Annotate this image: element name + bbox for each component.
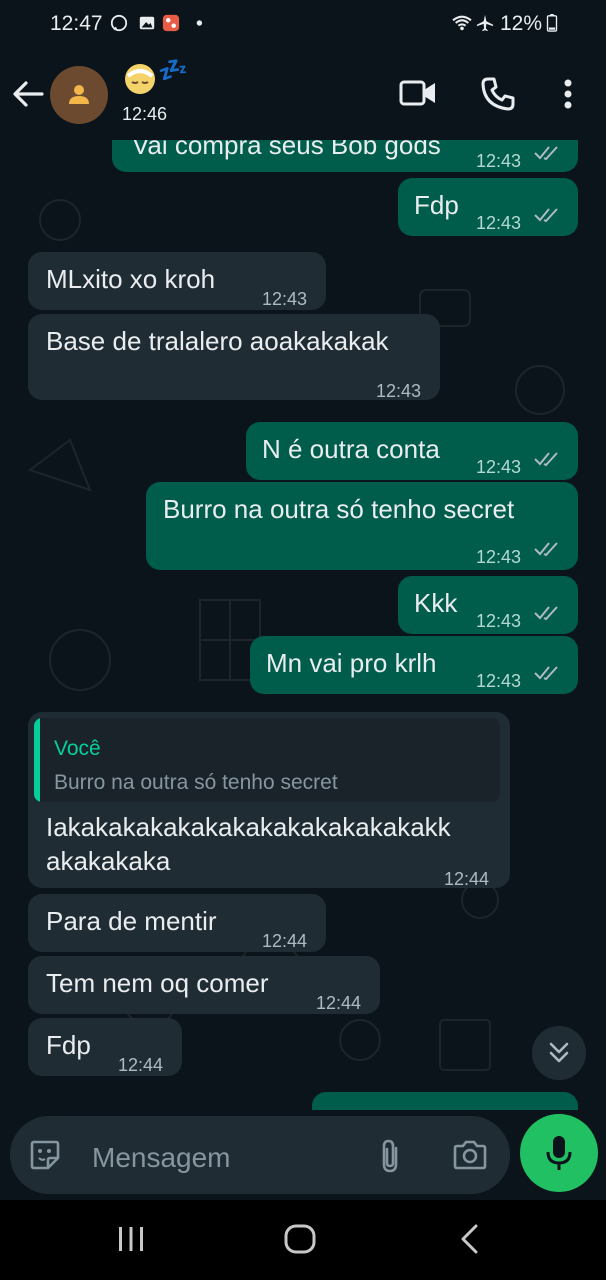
message-bubble-outgoing[interactable]: Kkk 12:43 <box>398 576 578 634</box>
message-bubble-incoming-reply[interactable]: Você Burro na outra só tenho secret Iaka… <box>28 712 510 889</box>
recent-apps-icon[interactable] <box>116 1226 146 1252</box>
sticker-emoji-icon[interactable] <box>28 1138 62 1172</box>
quoted-text: Burro na outra só tenho secret <box>54 771 338 794</box>
video-call-icon[interactable] <box>398 78 438 108</box>
wifi-icon <box>452 15 472 31</box>
message-text: Para de mentir <box>46 906 217 936</box>
person-icon <box>69 85 89 104</box>
message-input[interactable]: Mensagem <box>10 1116 510 1194</box>
message-text: Mn vai pro krlh <box>266 648 437 678</box>
message-time: 12:44 <box>444 869 490 889</box>
message-list[interactable]: Vai compra seus Bob gods 12:43 Fdp 12:43… <box>0 140 606 1110</box>
system-navigation-bar <box>0 1200 606 1280</box>
read-ticks-icon <box>534 606 558 621</box>
status-time: 12:47 <box>50 12 103 35</box>
camera-icon[interactable] <box>452 1140 488 1170</box>
microphone-icon <box>546 1136 572 1170</box>
message-text-line1: Iakakakakakakakakakakakakakakk <box>46 812 451 842</box>
battery-icon <box>546 14 558 32</box>
read-ticks-icon <box>534 146 558 161</box>
message-time: 12:44 <box>118 1055 164 1075</box>
chat-header: 💤 12:46 <box>0 48 606 140</box>
message-bubble-incoming[interactable]: MLxito xo kroh 12:43 <box>28 252 326 310</box>
compose-bar: Mensagem <box>0 1110 606 1200</box>
message-bubble-outgoing-partial[interactable] <box>312 1092 578 1110</box>
message-bubble-incoming[interactable]: Fdp 12:44 <box>28 1018 182 1076</box>
message-time: 12:43 <box>476 611 522 631</box>
message-time: 12:43 <box>476 213 522 233</box>
last-seen-time: 12:46 <box>122 104 168 124</box>
message-time: 12:43 <box>476 457 522 477</box>
contact-avatar[interactable] <box>50 66 108 124</box>
message-time: 12:44 <box>316 993 362 1013</box>
whatsapp-icon <box>110 14 128 32</box>
message-text: Tem nem oq comer <box>46 968 269 998</box>
back-nav-icon[interactable] <box>458 1224 480 1254</box>
read-ticks-icon <box>534 208 558 223</box>
message-time: 12:43 <box>476 547 522 567</box>
message-text: Base de tralalero aoakakakak <box>46 326 389 356</box>
message-bubble-incoming[interactable]: Base de tralalero aoakakakak 12:43 <box>28 314 440 401</box>
message-text: Burro na outra só tenho secret <box>163 494 515 524</box>
double-chevron-down-icon <box>549 1042 569 1063</box>
gallery-icon <box>139 16 155 30</box>
message-time: 12:43 <box>262 289 308 309</box>
app-notification-icon <box>162 14 180 32</box>
voice-record-button[interactable] <box>520 1114 598 1192</box>
message-text: Kkk <box>414 588 458 618</box>
message-time: 12:43 <box>376 381 422 401</box>
message-text: Vai compra seus Bob gods <box>132 140 441 160</box>
attach-paperclip-icon[interactable] <box>378 1138 402 1174</box>
sleeping-emoji-icon <box>125 64 155 94</box>
read-ticks-icon <box>534 542 558 557</box>
back-arrow-icon[interactable] <box>12 80 44 108</box>
message-time: 12:44 <box>262 931 308 951</box>
message-text: MLxito xo kroh <box>46 264 216 294</box>
voice-call-icon[interactable] <box>480 76 516 112</box>
quote-accent-bar <box>34 718 40 802</box>
message-text: Fdp <box>46 1030 91 1060</box>
message-bubble-incoming[interactable]: Para de mentir 12:44 <box>28 894 326 952</box>
status-bar: 12:47 12% <box>0 0 606 48</box>
read-ticks-icon <box>534 666 558 681</box>
message-bubble-outgoing[interactable]: Burro na outra só tenho secret 12:43 <box>146 482 578 570</box>
read-ticks-icon <box>534 452 558 467</box>
battery-percent: 12% <box>500 12 543 35</box>
more-options-icon[interactable] <box>558 78 578 110</box>
quoted-message[interactable]: Você Burro na outra só tenho secret <box>34 718 500 802</box>
airplane-mode-icon <box>476 14 494 32</box>
message-bubble-outgoing[interactable]: Mn vai pro krlh 12:43 <box>250 636 578 694</box>
message-time: 12:43 <box>476 151 522 171</box>
message-bubble-outgoing[interactable]: N é outra conta 12:43 <box>246 422 578 480</box>
message-text-line2: akakakaka <box>46 846 171 876</box>
scroll-to-bottom-button[interactable] <box>532 1026 586 1080</box>
more-notifications-dot-icon <box>196 20 203 26</box>
message-time: 12:43 <box>476 671 522 691</box>
message-text: N é outra conta <box>262 434 440 464</box>
message-bubble-outgoing[interactable]: Vai compra seus Bob gods 12:43 <box>112 140 578 172</box>
message-text: Fdp <box>414 190 459 220</box>
message-placeholder: Mensagem <box>92 1142 231 1173</box>
quoted-author: Você <box>54 737 101 760</box>
message-bubble-outgoing[interactable]: Fdp 12:43 <box>398 178 578 236</box>
message-bubble-incoming[interactable]: Tem nem oq comer 12:44 <box>28 956 380 1014</box>
home-icon[interactable] <box>284 1224 316 1254</box>
